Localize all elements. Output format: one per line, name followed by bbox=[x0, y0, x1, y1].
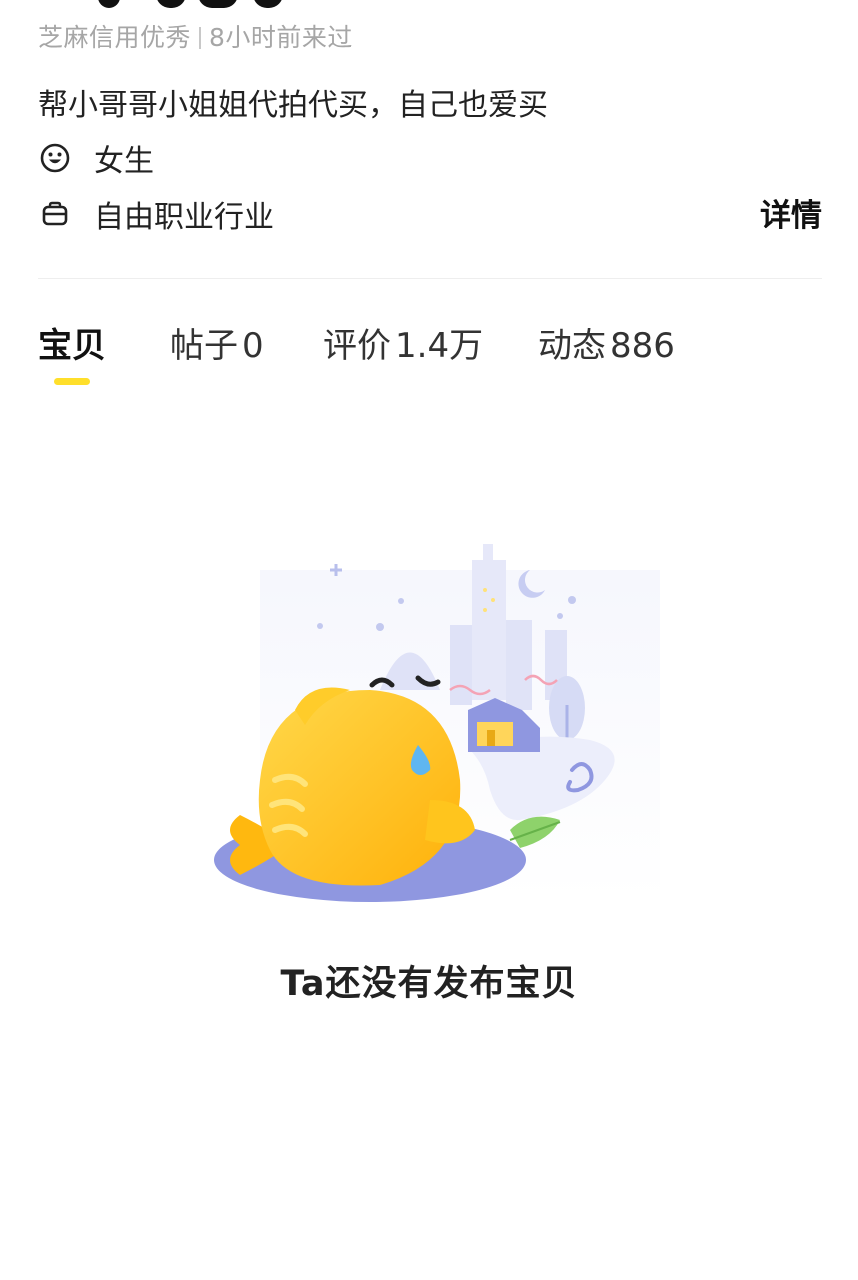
details-link[interactable]: 详情 bbox=[760, 190, 822, 235]
sad-yellow-fish-illustration bbox=[200, 530, 670, 930]
tab-label: 帖子 bbox=[170, 326, 238, 366]
empty-state-message: Ta还没有发布宝贝 bbox=[280, 964, 578, 1004]
profile-tabs: 宝贝 帖子 0 评价 1.4万 动态 886 bbox=[0, 318, 858, 398]
occupation-label: 自由职业行业 bbox=[94, 200, 274, 235]
tab-label: 评价 bbox=[323, 326, 391, 366]
smiley-face-icon bbox=[38, 141, 72, 175]
tab-posts[interactable]: 帖子 0 bbox=[170, 318, 264, 367]
tab-reviews[interactable]: 评价 1.4万 bbox=[323, 318, 483, 367]
profile-bio: 帮小哥哥小姐姐代拍代买，自己也爱买 bbox=[38, 88, 548, 123]
nickname-cut-off bbox=[38, 0, 298, 8]
profile-meta-line: 芝麻信用优秀 8小时前来过 bbox=[38, 18, 353, 54]
credit-label: 芝麻信用优秀 bbox=[38, 23, 192, 52]
briefcase-icon bbox=[38, 197, 72, 231]
tab-count: 1.4万 bbox=[395, 326, 484, 366]
meta-separator bbox=[199, 27, 202, 49]
occupation-row: 自由职业行业 bbox=[38, 192, 274, 236]
tab-label: 动态 bbox=[538, 326, 606, 366]
tab-activity[interactable]: 动态 886 bbox=[538, 318, 675, 367]
gender-label: 女生 bbox=[94, 144, 154, 179]
tab-items[interactable]: 宝贝 bbox=[38, 318, 110, 367]
tab-count: 886 bbox=[610, 326, 675, 366]
last-seen-label: 8小时前来过 bbox=[209, 23, 353, 52]
section-divider bbox=[38, 278, 822, 279]
active-tab-indicator bbox=[54, 378, 90, 385]
tab-count: 0 bbox=[242, 326, 264, 366]
tab-label: 宝贝 bbox=[38, 326, 106, 366]
gender-row: 女生 bbox=[38, 136, 154, 180]
